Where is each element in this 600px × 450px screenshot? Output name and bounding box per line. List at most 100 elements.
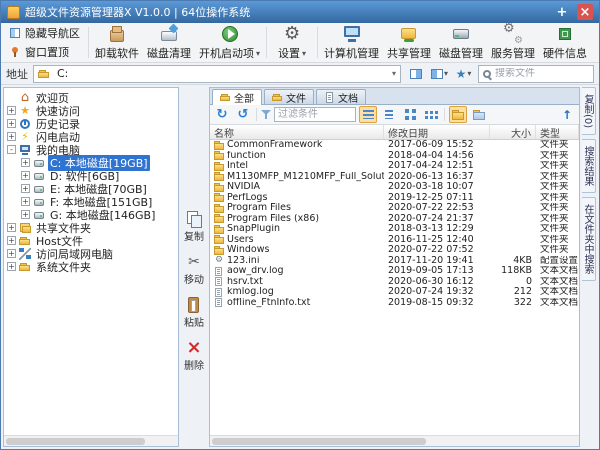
tree-item[interactable]: +共享文件夹 [4,221,178,234]
view-small-icons-button[interactable] [422,106,440,123]
filter-input[interactable] [274,107,356,122]
table-row[interactable]: NVIDIA2020-03-18 10:07文件夹 [210,182,579,193]
toolbar-button-service[interactable]: 服务管理 [487,24,539,61]
toolbar-button-label: 开机启动项▾ [199,45,260,61]
toolbar-buttons: 卸载软件磁盘清理开机启动项▾ 设置▾计算机管理共享管理磁盘管理服务管理硬件信息 [91,24,591,61]
expand-toggle-icon[interactable]: + [7,132,16,141]
expand-toggle-icon[interactable]: + [21,210,30,219]
expand-toggle-icon[interactable]: + [21,158,30,167]
table-row[interactable]: Program Files (x86)2020-07-24 21:37文件夹 [210,214,579,225]
file-size: 322 [490,298,536,308]
tree-scrollbar-thumb[interactable] [6,438,145,445]
tree-item-label: 系统文件夹 [34,259,93,275]
action-delete-button[interactable]: 删除 [184,340,204,372]
list-scrollbar-thumb[interactable] [212,438,426,445]
tree-item[interactable]: + 系统文件夹 [4,260,178,273]
folder-icon [214,235,224,244]
side-panel-tab[interactable]: 在文件夹中搜索 [582,197,596,281]
list-toolbar: ↻ ↺ [210,105,579,125]
tab-文档[interactable]: 文档 [316,89,366,104]
search-box[interactable] [478,65,594,83]
tab-全部[interactable]: 全部 [212,89,262,105]
table-row[interactable]: Users2016-11-25 12:40文件夹 [210,235,579,246]
table-row[interactable]: kmlog.log2020-07-24 19:32212文本文档 [210,287,579,298]
expand-toggle-icon[interactable]: - [7,145,16,154]
tree-item[interactable]: +历史记录 [4,117,178,130]
address-input[interactable]: C: ▾ [33,65,401,83]
folder-tree-button[interactable] [470,106,488,123]
dual-pane-button[interactable] [406,65,425,83]
table-row[interactable]: aow_drv.log2019-09-05 17:13118KB文本文档 [210,266,579,277]
table-row[interactable]: CommonFramework2017-06-09 15:52文件夹 [210,140,579,151]
action-cut-button[interactable]: 移动 [184,254,204,286]
toolbar-button-share[interactable]: 共享管理 [383,24,435,61]
column-header[interactable]: 大小 [490,125,536,139]
file-name-cell: hsrv.txt [210,277,384,287]
close-button[interactable]: × [577,4,593,20]
toolbar-button-cleanup[interactable]: 磁盘清理 [143,24,195,61]
window-title: 超级文件资源管理器X V1.0.0 | 64位操作系统 [25,4,250,20]
tree-item[interactable]: 欢迎页 [4,91,178,104]
toolbar-button-diskmgmt[interactable]: 磁盘管理 [435,24,487,61]
column-header[interactable]: 名称 [210,125,384,139]
expand-toggle-icon[interactable]: + [21,184,30,193]
table-row[interactable]: function2018-04-04 14:56文件夹 [210,151,579,162]
layout-button[interactable]: ▾ [430,65,449,83]
table-row[interactable]: SnapPlugin2018-03-13 12:29文件夹 [210,224,579,235]
table-row[interactable]: PerfLogs2019-12-25 07:11文件夹 [210,193,579,204]
expand-toggle-icon[interactable]: + [7,249,16,258]
file-name: Intel [227,161,248,171]
favorites-button[interactable]: ★ ▾ [454,65,473,83]
tree-horizontal-scrollbar[interactable] [4,435,178,446]
action-copy-button[interactable]: 复制 [184,211,204,243]
path-dropdown-icon[interactable]: ▾ [392,69,396,78]
toolbar-button-uninstall[interactable]: 卸载软件 [91,24,143,61]
disk-icon [33,170,45,182]
expand-toggle-icon[interactable]: + [7,262,16,271]
table-row[interactable]: Windows2020-07-22 07:52文件夹 [210,245,579,256]
toolbar-button-settings[interactable]: 设置▾ [269,24,315,61]
refresh-all-button[interactable]: ↺ [234,106,252,123]
up-level-button[interactable]: ↑ [558,106,576,123]
share-icon [399,24,419,44]
side-panel-tab[interactable]: 复制(0) [582,87,596,135]
expand-toggle-icon[interactable]: + [21,197,30,206]
refresh-button[interactable]: ↻ [213,106,231,123]
side-panel-tab[interactable]: 搜索结果 [582,139,596,193]
tab-文件[interactable]: 文件 [264,89,314,104]
folder-icon [214,204,224,213]
list-horizontal-scrollbar[interactable] [210,435,579,446]
tree-item[interactable]: +闪电启动 [4,130,178,143]
table-row[interactable]: offline_FtnInfo.txt2019-08-15 09:32322文本… [210,298,579,309]
text-icon [214,288,224,297]
view-list-button[interactable] [380,106,398,123]
view-large-icons-button[interactable] [401,106,419,123]
expand-toggle-icon[interactable]: + [7,106,16,115]
dual-pane-icon [410,69,422,79]
title-bar[interactable]: 超级文件资源管理器X V1.0.0 | 64位操作系统 + × [1,1,599,23]
search-input[interactable] [495,68,589,79]
table-row[interactable]: hsrv.txt2020-06-30 16:120文本文档 [210,277,579,288]
service-icon [503,24,523,44]
expand-toggle-icon[interactable]: + [21,171,30,180]
table-row[interactable]: Intel2017-04-24 12:51文件夹 [210,161,579,172]
action-paste-button[interactable]: 粘贴 [184,297,204,329]
toolbar-button-pin[interactable]: 窗口置顶 [6,44,83,61]
table-row[interactable]: Program Files2020-07-22 22:53文件夹 [210,203,579,214]
column-header[interactable]: 类型 [536,125,579,139]
toolbar-button-computer[interactable]: 计算机管理 [320,24,383,61]
toolbar-button-hidenav[interactable]: 隐藏导航区 [6,25,83,42]
table-row[interactable]: M1130MFP_M1210MFP_Full_Solution2020-06-1… [210,172,579,183]
toolbar-button-hardware[interactable]: 硬件信息 [539,24,591,61]
view-details-button[interactable] [359,106,377,123]
expand-toggle-icon[interactable]: + [7,236,16,245]
toolbar-button-startup[interactable]: 开机启动项▾ [195,24,264,61]
column-header[interactable]: 修改日期 [384,125,490,139]
folder-icon [214,151,224,160]
show-folders-button[interactable] [449,106,467,123]
expand-toggle-icon[interactable]: + [7,119,16,128]
expand-toggle-icon[interactable]: + [7,223,16,232]
minimize-button[interactable]: + [554,4,570,20]
table-row[interactable]: 123.ini2017-11-20 19:414KB配置设置 [210,256,579,267]
tree-item[interactable]: +快速访问 [4,104,178,117]
